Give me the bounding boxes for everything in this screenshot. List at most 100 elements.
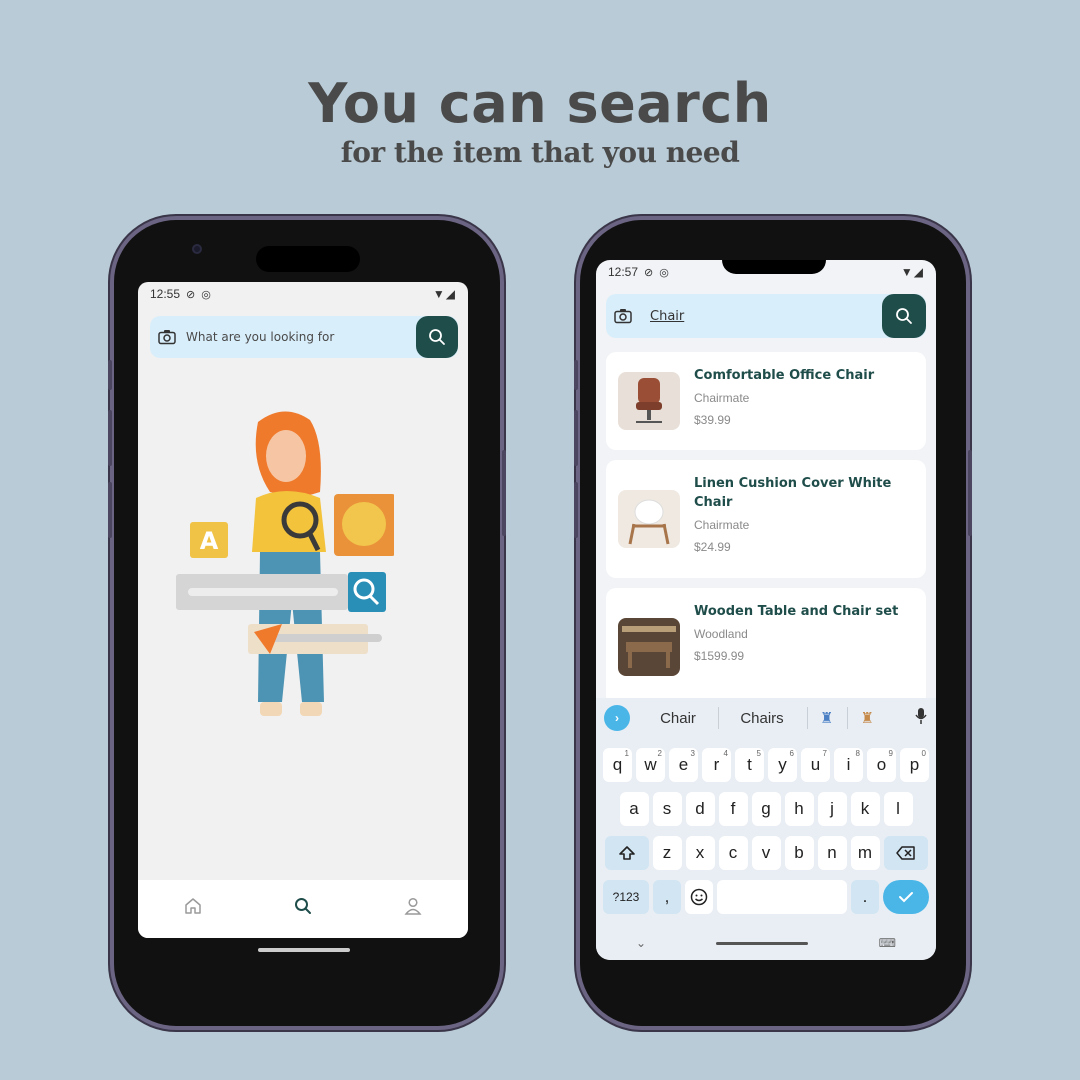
letter-key[interactable]: y6 xyxy=(768,748,797,782)
shield-icon: ⊘ xyxy=(186,288,196,301)
letter-key[interactable]: k xyxy=(850,792,880,826)
product-price: $39.99 xyxy=(694,413,731,427)
letter-key[interactable]: b xyxy=(784,836,814,870)
search-icon xyxy=(896,308,912,324)
letter-key[interactable]: v xyxy=(751,836,781,870)
camera-icon[interactable] xyxy=(150,329,184,345)
letter-key[interactable]: e3 xyxy=(669,748,698,782)
smiley-icon xyxy=(690,888,708,906)
symbols-key[interactable]: ?123 xyxy=(603,880,649,914)
product-thumbnail xyxy=(618,618,680,676)
key-label: p xyxy=(909,755,920,774)
key-label: r xyxy=(713,755,720,774)
keyboard-row: q1w2e3r4t5y6u7i8o9p0 xyxy=(596,748,936,782)
chair-emoji-icon[interactable]: ♜ xyxy=(860,709,873,727)
letter-key[interactable]: q1 xyxy=(603,748,632,782)
keyboard-switch-icon[interactable]: ⌨ xyxy=(879,936,896,950)
letter-key[interactable]: h xyxy=(784,792,814,826)
suggestion-bar: › Chair Chairs ♜ ♜ xyxy=(596,698,936,738)
volume-up-button xyxy=(108,410,112,466)
key-label: w xyxy=(644,755,657,774)
search-bar: Chair xyxy=(606,294,926,338)
android-nav-bar: ⌄ ⌨ xyxy=(596,926,936,960)
letter-key[interactable]: o9 xyxy=(867,748,896,782)
product-thumbnail xyxy=(618,490,680,548)
key-hint: 1 xyxy=(624,749,629,758)
letter-key[interactable]: t5 xyxy=(735,748,764,782)
key-hint: 0 xyxy=(921,749,926,758)
letter-key[interactable]: p0 xyxy=(900,748,929,782)
letter-key[interactable]: i8 xyxy=(834,748,863,782)
letter-key[interactable]: c xyxy=(718,836,748,870)
power-button xyxy=(502,450,506,536)
product-card[interactable]: Linen Cushion Cover White Chair Chairmat… xyxy=(606,460,926,578)
chevron-down-icon[interactable]: ⌄ xyxy=(636,936,646,950)
key-hint: 9 xyxy=(888,749,893,758)
period-key[interactable]: . xyxy=(851,880,879,914)
user-icon[interactable] xyxy=(403,896,423,922)
letter-key[interactable]: d xyxy=(685,792,715,826)
letter-key[interactable]: w2 xyxy=(636,748,665,782)
letter-key[interactable]: j xyxy=(817,792,847,826)
key-label: q xyxy=(612,755,623,774)
keyboard: › Chair Chairs ♜ ♜ q1w2e3r4t5y6u7i8o9p0 … xyxy=(596,698,936,960)
search-icon[interactable] xyxy=(293,896,313,922)
chair-emoji-icon[interactable]: ♜ xyxy=(820,709,833,727)
product-brand: Chairmate xyxy=(694,518,750,532)
letter-key[interactable]: z xyxy=(652,836,682,870)
sync-icon: ◎ xyxy=(201,288,211,301)
letter-key[interactable]: u7 xyxy=(801,748,830,782)
gesture-bar[interactable] xyxy=(258,948,350,952)
side-button xyxy=(574,360,578,390)
key-hint: 5 xyxy=(756,749,761,758)
letter-key[interactable]: x xyxy=(685,836,715,870)
microphone-icon[interactable] xyxy=(914,707,928,729)
search-input[interactable]: What are you looking for xyxy=(184,330,416,344)
shift-key[interactable] xyxy=(604,836,649,870)
keyboard-row: zxcvbnm xyxy=(596,836,936,870)
letter-key[interactable]: l xyxy=(883,792,913,826)
shield-icon: ⊘ xyxy=(644,266,654,279)
key-hint: 4 xyxy=(723,749,728,758)
enter-key[interactable] xyxy=(883,880,929,914)
search-icon xyxy=(429,329,445,345)
letter-key[interactable]: m xyxy=(850,836,880,870)
letter-key[interactable]: a xyxy=(619,792,649,826)
letter-key[interactable]: n xyxy=(817,836,847,870)
product-thumbnail xyxy=(618,372,680,430)
home-icon[interactable] xyxy=(183,896,203,922)
front-camera xyxy=(192,244,202,254)
key-hint: 3 xyxy=(690,749,695,758)
suggestion-chip[interactable]: Chair xyxy=(648,710,708,727)
product-title: Linen Cushion Cover White Chair xyxy=(694,476,892,510)
letter-key[interactable]: r4 xyxy=(702,748,731,782)
bottom-nav xyxy=(138,880,468,938)
backspace-key[interactable] xyxy=(883,836,928,870)
search-illustration: A xyxy=(176,411,394,716)
product-title: Comfortable Office Chair xyxy=(694,368,875,383)
search-button[interactable] xyxy=(416,316,458,358)
right-phone: 12:57 ⊘ ◎ ▼◢ Chair Comfortable Office Ch… xyxy=(574,220,972,1026)
product-price: $24.99 xyxy=(694,540,731,554)
product-card[interactable]: Comfortable Office Chair Chairmate $39.9… xyxy=(606,352,926,450)
status-time: 12:55 xyxy=(150,287,181,301)
letter-key[interactable]: f xyxy=(718,792,748,826)
key-hint: 2 xyxy=(657,749,662,758)
subline: for the item that you need xyxy=(340,136,740,169)
svg-text:A: A xyxy=(200,527,219,555)
emoji-key[interactable] xyxy=(685,880,713,914)
letter-key[interactable]: s xyxy=(652,792,682,826)
letter-key[interactable]: g xyxy=(751,792,781,826)
left-screen: 12:55 ⊘ ◎ ▼◢ What are you looking for A xyxy=(138,282,468,938)
camera-icon[interactable] xyxy=(606,308,640,324)
chevron-right-icon[interactable]: › xyxy=(604,705,630,731)
divider xyxy=(847,707,849,729)
keyboard-row: ?123 , . xyxy=(596,880,936,914)
search-input[interactable]: Chair xyxy=(640,309,882,324)
search-button[interactable] xyxy=(882,294,926,338)
gesture-bar[interactable] xyxy=(716,941,809,945)
suggestion-chip[interactable]: Chairs xyxy=(727,710,797,727)
product-card[interactable]: Wooden Table and Chair set Woodland $159… xyxy=(606,588,926,706)
space-key[interactable] xyxy=(717,880,847,914)
comma-key[interactable]: , xyxy=(653,880,681,914)
